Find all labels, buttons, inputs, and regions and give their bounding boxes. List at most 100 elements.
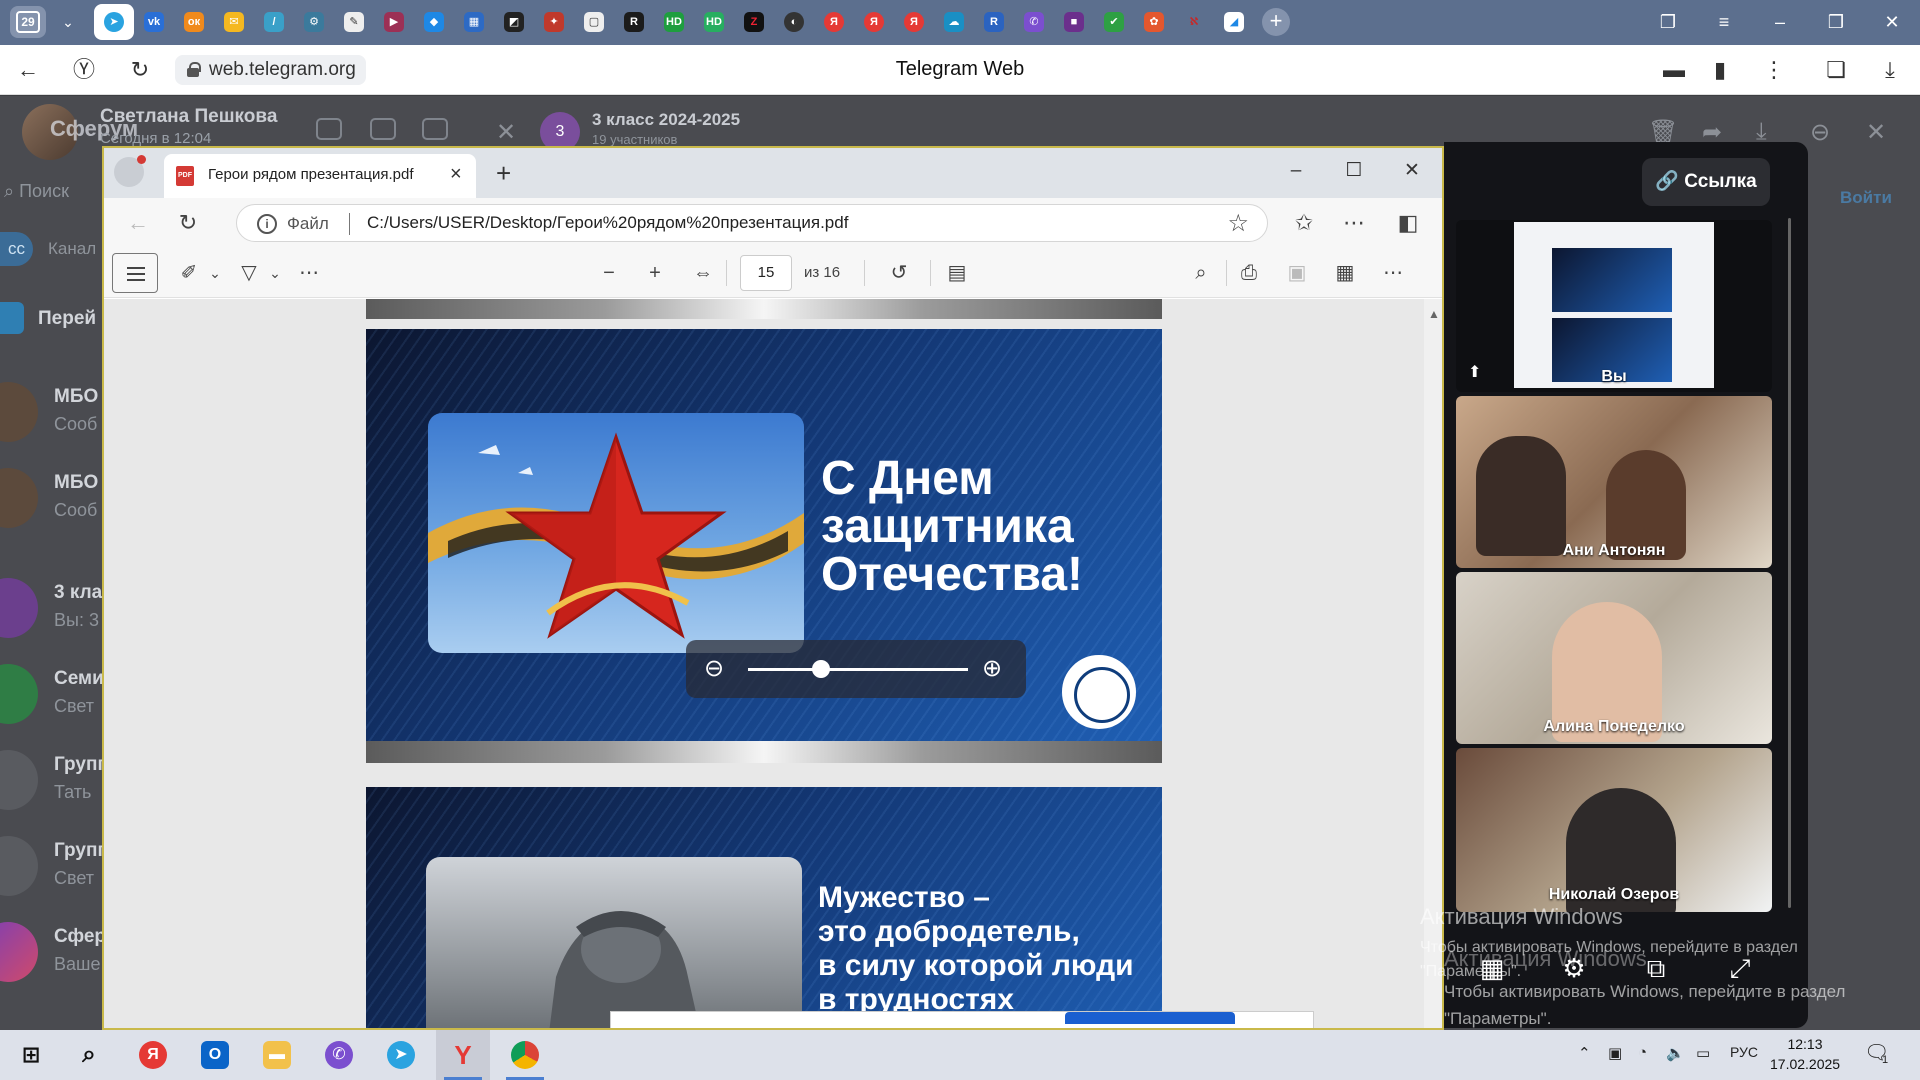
favorites-icon[interactable]: ✩ (1290, 210, 1318, 236)
archive-icon[interactable] (370, 118, 396, 140)
gear-icon[interactable]: ⚙ (1554, 950, 1594, 986)
collections-icon[interactable]: ❏ (1822, 56, 1850, 84)
pinned-tab-site-8[interactable]: ▶ (374, 4, 414, 40)
pinned-tab-site-10[interactable]: ▦ (454, 4, 494, 40)
pinned-tab-site-20[interactable]: Я (854, 4, 894, 40)
contents-button[interactable] (112, 253, 158, 293)
close-icon[interactable]: × (450, 163, 462, 186)
more-icon[interactable]: ⋮ (1760, 56, 1788, 84)
battery-icon[interactable]: ▭ (1696, 1044, 1710, 1062)
url-field[interactable]: web.telegram.org (175, 55, 366, 85)
volume-icon[interactable]: 🔈 (1666, 1044, 1685, 1062)
scrollbar[interactable] (1788, 218, 1791, 908)
taskbar-outlook[interactable]: O (188, 1030, 242, 1080)
wifi-icon[interactable]: ◔ (1638, 1044, 1647, 1061)
zoom-in-icon[interactable]: ⊕ (982, 654, 1002, 683)
print-icon[interactable]: ⎙ (1234, 258, 1264, 288)
notifications-icon[interactable]: 🗨 1 (1864, 1040, 1894, 1070)
chevron-up-icon[interactable]: ⌃ (1578, 1044, 1591, 1062)
close-button[interactable]: ✕ (1872, 8, 1912, 36)
participant-tile[interactable]: Алина Понеделко (1456, 572, 1772, 744)
clock[interactable]: 12:13 17.02.2025 (1770, 1034, 1840, 1074)
list-item[interactable]: Групп Свет (0, 830, 110, 902)
screen-share-tile[interactable]: ⬆ Вы (1456, 220, 1772, 392)
zoom-out-icon[interactable]: − (594, 258, 624, 288)
bookmark-icon[interactable]: ▮ (1706, 56, 1734, 84)
pinned-tab-site-9[interactable]: ◆ (414, 4, 454, 40)
close-icon[interactable]: ✕ (1866, 118, 1886, 147)
pinned-tab-site-26[interactable]: ✔ (1094, 4, 1134, 40)
star-icon[interactable]: ☆ (1227, 209, 1249, 238)
list-item[interactable]: МБО Сооб (0, 462, 110, 534)
pinned-tab-site-15[interactable]: HD (654, 4, 694, 40)
rotate-icon[interactable]: ↺ (884, 258, 914, 288)
pinned-tab-site-6[interactable]: ⚙ (294, 4, 334, 40)
minimize-button[interactable]: – (1760, 8, 1800, 36)
participant-tile[interactable]: Ани Антонян (1456, 396, 1772, 568)
chat-icon[interactable]: ▬ (1660, 56, 1688, 84)
filter-tab-channels[interactable]: Канал (40, 232, 104, 266)
phone-icon[interactable] (316, 118, 342, 140)
taskbar-explorer[interactable]: ▬ (250, 1030, 304, 1080)
pinned-tab-site-14[interactable]: R (614, 4, 654, 40)
more-icon[interactable]: ⋯ (1340, 210, 1368, 236)
fit-width-icon[interactable]: ⇔ (688, 258, 718, 288)
login-button[interactable]: Войти (1840, 188, 1892, 208)
pinned-tab-mail[interactable]: ✉ (214, 4, 254, 40)
pinned-tab-site-28[interactable]: ℵ (1174, 4, 1214, 40)
scroll-up-icon[interactable]: ▲ (1428, 307, 1440, 321)
menu-icon[interactable]: ≡ (1704, 8, 1744, 36)
pinned-tab-site-23[interactable]: R (974, 4, 1014, 40)
taskbar-viber[interactable]: ✆ (312, 1030, 366, 1080)
taskbar-yandex[interactable]: Я (126, 1030, 180, 1080)
more-icon[interactable]: ⋯ (1378, 258, 1408, 288)
pinned-tab-site-24[interactable]: ✆ (1014, 4, 1054, 40)
fullscreen-icon[interactable]: ⤢ (1720, 950, 1760, 986)
maximize-button[interactable]: ☐ (1334, 156, 1374, 186)
chevron-down-icon[interactable]: ⌄ (58, 10, 78, 34)
sidebar-icon[interactable]: ◧ (1394, 210, 1422, 236)
back-icon[interactable]: ← (124, 210, 152, 236)
taskbar-yandex-browser[interactable]: Y (436, 1030, 490, 1080)
filter-tab-all[interactable]: сс (0, 232, 33, 266)
pinned-tab-site-29[interactable]: ◢ (1214, 4, 1254, 40)
zoom-track[interactable] (748, 668, 968, 671)
taskbar-telegram[interactable]: ➤ (374, 1030, 428, 1080)
popup-button[interactable] (1065, 1012, 1235, 1024)
taskbar-chrome[interactable] (498, 1030, 552, 1080)
picture-in-picture-icon[interactable]: ⧉ (1636, 950, 1676, 986)
tab-count-button[interactable]: 29 (10, 6, 46, 38)
pinned-tab-site-27[interactable]: ✿ (1134, 4, 1174, 40)
profile-icon[interactable] (114, 155, 146, 187)
pinned-tab-site-7[interactable]: ✎ (334, 4, 374, 40)
minimize-button[interactable]: – (1276, 156, 1316, 186)
download-icon[interactable]: ⤓ (1876, 56, 1904, 84)
zoom-out-icon[interactable]: ⊖ (704, 654, 724, 683)
yandex-icon[interactable]: Ⓨ (70, 56, 98, 84)
highlight-icon[interactable]: ✐ (174, 258, 204, 288)
battery-saver-icon[interactable]: ▣ (1608, 1044, 1622, 1062)
pinned-tab-site-13[interactable]: ▢ (574, 4, 614, 40)
page-view-icon[interactable]: ▤ (942, 258, 972, 288)
pinned-tab-site-11[interactable]: ◩ (494, 4, 534, 40)
compose-icon[interactable] (422, 118, 448, 140)
page-number-input[interactable]: 15 (740, 255, 792, 291)
close-button[interactable]: ✕ (1392, 156, 1432, 186)
draw-icon[interactable]: ▽ (234, 258, 264, 288)
new-tab-button[interactable]: + (496, 158, 511, 189)
list-item[interactable]: 3 кла Вы: 3 (0, 572, 110, 644)
zoom-out-icon[interactable]: ⊖ (1810, 118, 1830, 147)
reload-icon[interactable]: ↻ (174, 210, 202, 236)
pinned-tab-site-17[interactable]: Z (734, 4, 774, 40)
list-item[interactable]: МБО Сооб (0, 376, 110, 448)
search-input[interactable]: ⌕ Поиск (0, 174, 90, 208)
save-icon[interactable]: ▣ (1282, 258, 1312, 288)
copy-link-button[interactable]: 🔗 Ссылка (1642, 158, 1770, 206)
pinned-tab-telegram[interactable]: ➤ (94, 4, 134, 40)
pinned-tab-site-5[interactable]: / (254, 4, 294, 40)
language-indicator[interactable]: РУС (1730, 1044, 1758, 1060)
chevron-down-icon[interactable]: ⌄ (204, 258, 226, 288)
participant-tile[interactable]: Николай Озеров (1456, 748, 1772, 912)
pinned-tab-site-12[interactable]: ✦ (534, 4, 574, 40)
pinned-tab-site-25[interactable]: ■ (1054, 4, 1094, 40)
